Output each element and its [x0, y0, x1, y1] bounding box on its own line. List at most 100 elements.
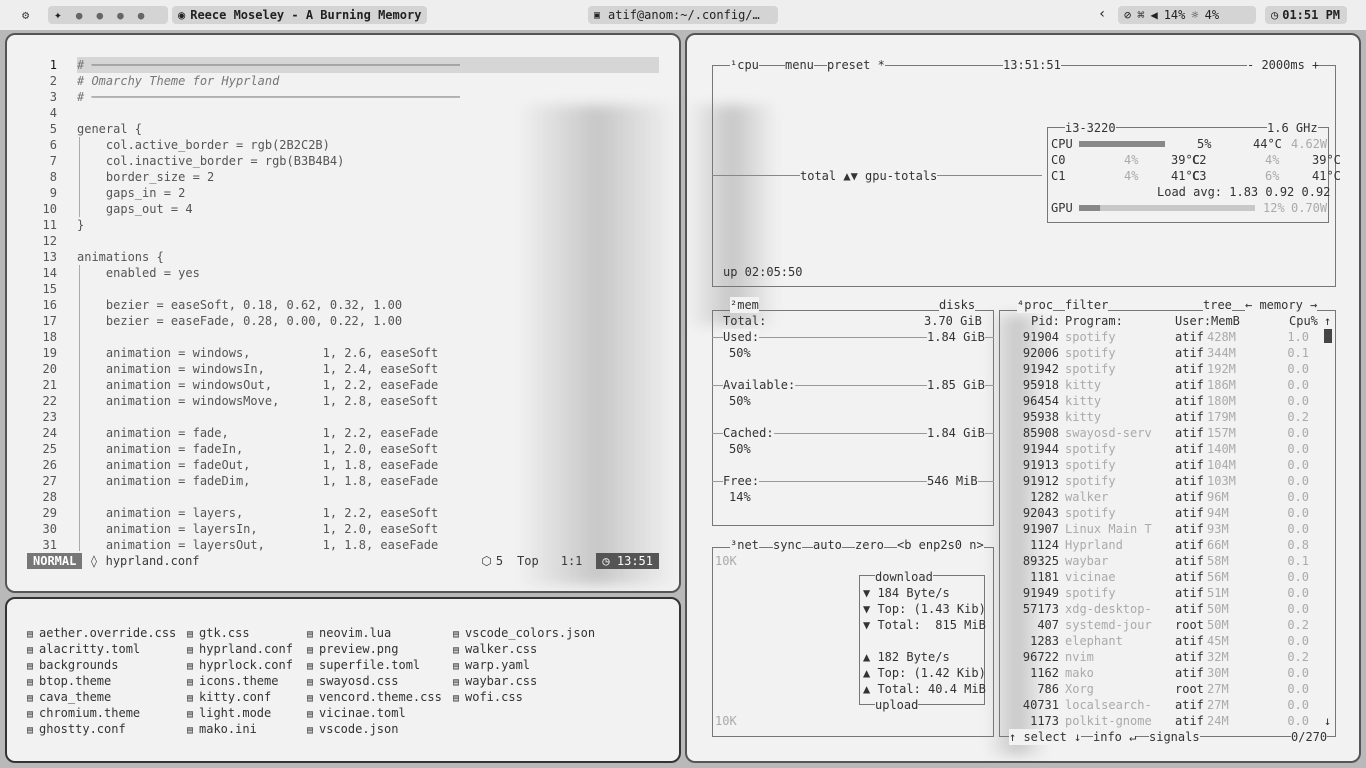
neovim-window[interactable]: 1 # ─────────────────────────────────────…: [5, 33, 681, 593]
code-line[interactable]: 13 animations {: [7, 249, 667, 265]
col-mem[interactable]: MemB: [1211, 313, 1240, 329]
clock[interactable]: ◷ 01:51 PM: [1265, 6, 1347, 24]
process-row[interactable]: 91904 spotify atif 428M 1.0: [687, 329, 1347, 345]
process-row[interactable]: 95938 kitty atif 179M 0.2: [687, 409, 1347, 425]
brightness-icon[interactable]: ☼: [1191, 8, 1198, 22]
process-row[interactable]: 57173 xdg-desktop-atif 50M 0.0: [687, 601, 1347, 617]
scroll-up-icon[interactable]: ↑: [1324, 313, 1331, 329]
workspace-dot-icon[interactable]: ●: [138, 9, 145, 22]
process-row[interactable]: 95918 kitty atif 186M 0.0: [687, 377, 1347, 393]
cpu-title[interactable]: ¹cpu: [730, 57, 759, 73]
file-item[interactable]: ▤ alacritty.toml: [27, 641, 176, 657]
code-line[interactable]: 12: [7, 233, 667, 249]
chevron-left-icon[interactable]: ‹: [1098, 6, 1106, 22]
workspace-dot-icon[interactable]: ●: [76, 9, 83, 22]
workspace-active-icon[interactable]: ✦: [54, 8, 62, 23]
code-line[interactable]: 16 bezier = easeSoft, 0.18, 0.62, 0.32, …: [7, 297, 667, 313]
process-row[interactable]: 1124 Hyprland atif 66M 0.8: [687, 537, 1347, 553]
code-line[interactable]: 3 # ─────────────────────────────────────…: [7, 89, 667, 105]
process-row[interactable]: 92006 spotify atif 344M 0.1: [687, 345, 1347, 361]
proc-signals[interactable]: signals: [1149, 729, 1200, 745]
process-row[interactable]: 92043 spotify atif 94M 0.0: [687, 505, 1347, 521]
file-item[interactable]: ▤ icons.theme: [187, 673, 293, 689]
file-item[interactable]: ▤ neovim.lua: [307, 625, 442, 641]
file-item[interactable]: ▤ hyprland.conf: [187, 641, 293, 657]
file-item[interactable]: ▤ cava_theme: [27, 689, 176, 705]
process-row[interactable]: 91907 Linux Main T atif 93M 0.0: [687, 521, 1347, 537]
process-row[interactable]: 85908 swayosd-serv atif 157M 0.0: [687, 425, 1347, 441]
code-line[interactable]: 26 animation = fadeOut, 1, 1.8, easeFade: [7, 457, 667, 473]
code-line[interactable]: 11}: [7, 217, 667, 233]
update-interval[interactable]: - 2000ms +: [1247, 57, 1320, 73]
file-item[interactable]: ▤ aether.override.css: [27, 625, 176, 641]
process-row[interactable]: 1181 vicinae atif 56M 0.0: [687, 569, 1347, 585]
file-item[interactable]: ▤ ghostty.conf: [27, 721, 176, 737]
proc-filter[interactable]: filter: [1065, 297, 1109, 313]
code-line[interactable]: 6 col.active_border = rgb(2B2C2B): [7, 137, 667, 153]
process-row[interactable]: 1162 mako atif 30M 0.0: [687, 665, 1347, 681]
code-line[interactable]: 21 animation = windowsOut, 1, 2.2, easeF…: [7, 377, 667, 393]
file-item[interactable]: ▤ preview.png: [307, 641, 442, 657]
workspace-dot-icon[interactable]: ●: [117, 9, 124, 22]
graph-selector[interactable]: total ▲▼ gpu-totals: [800, 168, 938, 184]
process-row[interactable]: 1283 elephant atif 45M 0.0: [687, 633, 1347, 649]
code-line[interactable]: 31 animation = layersOut, 1, 1.8, easeFa…: [7, 537, 667, 553]
col-program[interactable]: Program:: [1065, 313, 1123, 329]
proc-title[interactable]: ⁴proc: [1017, 297, 1054, 313]
btop-window[interactable]: ¹cpu menu preset * 13:51:51 - 2000ms + t…: [685, 33, 1361, 763]
code-line[interactable]: 17 bezier = easeFade, 0.28, 0.00, 0.22, …: [7, 313, 667, 329]
file-item[interactable]: ▤ waybar.css: [453, 673, 595, 689]
file-item[interactable]: ▤ vicinae.toml: [307, 705, 442, 721]
brightness-level[interactable]: 4%: [1205, 8, 1219, 22]
file-item[interactable]: ▤ backgrounds: [27, 657, 176, 673]
file-browser[interactable]: ▤ aether.override.css ▤ alacritty.toml ▤ back…: [5, 597, 681, 763]
code-line[interactable]: 29 animation = layers, 1, 2.2, easeSoft: [7, 505, 667, 521]
code-line[interactable]: 18: [7, 329, 667, 345]
file-item[interactable]: ▤ walker.css: [453, 641, 595, 657]
mem-title[interactable]: ²mem: [730, 297, 759, 313]
file-item[interactable]: ▤ mako.ini: [187, 721, 293, 737]
proc-tree[interactable]: tree: [1203, 297, 1232, 313]
process-row[interactable]: 91942 spotify atif 192M 0.0: [687, 361, 1347, 377]
col-pid[interactable]: Pid:: [1031, 313, 1060, 329]
file-item[interactable]: ▤ swayosd.css: [307, 673, 442, 689]
cpu-menu[interactable]: menu: [785, 57, 814, 73]
col-cpu[interactable]: Cpu%: [1289, 313, 1318, 329]
proc-select[interactable]: ↑ select ↓: [1009, 729, 1082, 745]
file-item[interactable]: ▤ vscode_colors.json: [453, 625, 595, 641]
file-item[interactable]: ▤ wofi.css: [453, 689, 595, 705]
media-player[interactable]: ◉ Reece Moseley - A Burning Memory: [172, 6, 428, 24]
code-line[interactable]: 10 gaps_out = 4: [7, 201, 667, 217]
code-line[interactable]: 24 animation = fade, 1, 2.2, easeFade: [7, 425, 667, 441]
code-line[interactable]: 7 col.inactive_border = rgb(B3B4B4): [7, 153, 667, 169]
code-line[interactable]: 14 enabled = yes: [7, 265, 667, 281]
code-line[interactable]: 22 animation = windowsMove, 1, 2.8, ease…: [7, 393, 667, 409]
process-row[interactable]: 91913 spotify atif 104M 0.0: [687, 457, 1347, 473]
process-row[interactable]: 91949 spotify atif 51M 0.0: [687, 585, 1347, 601]
code-line[interactable]: 23: [7, 409, 667, 425]
file-item[interactable]: ▤ light.mode: [187, 705, 293, 721]
volume-icon[interactable]: ◀: [1150, 8, 1157, 22]
file-item[interactable]: ▤ kitty.conf: [187, 689, 293, 705]
code-line[interactable]: 27 animation = fadeDim, 1, 1.8, easeFade: [7, 473, 667, 489]
code-line[interactable]: 5 general {: [7, 121, 667, 137]
file-item[interactable]: ▤ vencord.theme.css: [307, 689, 442, 705]
process-row[interactable]: 91912 spotify atif 103M 0.0: [687, 473, 1347, 489]
process-row[interactable]: 96454 kitty atif 180M 0.0: [687, 393, 1347, 409]
code-line[interactable]: 30 animation = layersIn, 1, 2.0, easeSof…: [7, 521, 667, 537]
workspace-dot-icon[interactable]: ●: [96, 9, 103, 22]
code-line[interactable]: 28: [7, 489, 667, 505]
code-line[interactable]: 25 animation = fadeIn, 1, 2.0, easeSoft: [7, 441, 667, 457]
process-row[interactable]: 786 Xorg root 27M 0.0: [687, 681, 1347, 697]
process-row[interactable]: 407 systemd-jour root 50M 0.2: [687, 617, 1347, 633]
code-line[interactable]: 1 # ─────────────────────────────────────…: [7, 57, 667, 73]
file-item[interactable]: ▤ vscode.json: [307, 721, 442, 737]
process-row[interactable]: 89325 waybar atif 58M 0.1: [687, 553, 1347, 569]
proc-info[interactable]: info ↵: [1093, 729, 1137, 745]
proc-sort[interactable]: ← memory →: [1245, 297, 1318, 313]
code-line[interactable]: 20 animation = windowsIn, 1, 2.4, easeSo…: [7, 361, 667, 377]
code-line[interactable]: 19 animation = windows, 1, 2.6, easeSoft: [7, 345, 667, 361]
process-row[interactable]: 96722 nvim atif 32M 0.2: [687, 649, 1347, 665]
code-line[interactable]: 2 # Omarchy Theme for Hyprland: [7, 73, 667, 89]
code-line[interactable]: 15: [7, 281, 667, 297]
